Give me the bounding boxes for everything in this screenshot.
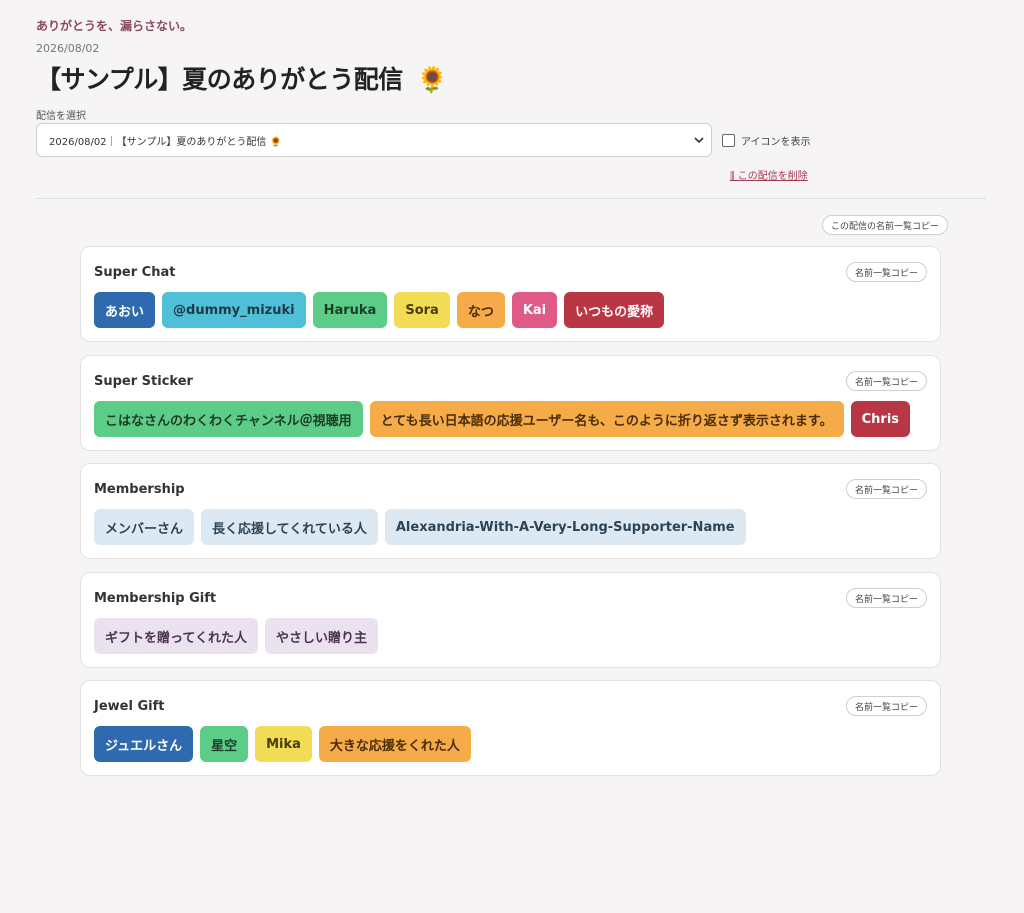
name-chip[interactable]: やさしい贈り主 <box>264 618 378 654</box>
name-chip[interactable]: Haruka <box>312 292 388 328</box>
section-card-super-sticker: Super Sticker 名前一覧コピー こはなさんのわくわくチャンネル＠視聴… <box>80 355 941 451</box>
delete-stream-link[interactable]: ⫼ この配信を削除 <box>730 167 808 182</box>
section-title: Membership <box>94 482 185 497</box>
name-chip[interactable]: Chris <box>850 401 911 437</box>
name-chip[interactable]: あおい <box>94 292 156 328</box>
name-chip[interactable]: Kai <box>511 292 558 328</box>
name-chip[interactable]: Mika <box>255 726 312 762</box>
show-icons-toggle[interactable]: アイコンを表示 <box>722 133 811 148</box>
trash-icon: ⫼ <box>730 171 738 182</box>
name-chip[interactable]: とても長い日本語の応援ユーザー名も、このように折り返さず表示されます。 <box>369 401 844 437</box>
section-title: Jewel Gift <box>94 699 165 714</box>
section-title: Super Chat <box>94 265 176 280</box>
name-chip[interactable]: Alexandria-With-A-Very-Long-Supporter-Na… <box>384 509 746 545</box>
copy-names-button[interactable]: 名前一覧コピー <box>845 262 927 282</box>
chevron-down-icon <box>687 135 711 146</box>
copy-all-names-button[interactable]: この配信の名前一覧コピー <box>822 215 949 235</box>
name-chip-list: あおい @dummy_mizuki Haruka Sora なつ Kai いつもの愛称 <box>94 292 665 328</box>
copy-names-button[interactable]: 名前一覧コピー <box>845 696 927 716</box>
delete-stream-label: この配信を削除 <box>737 171 808 182</box>
name-chip-list: ギフトを贈ってくれた人 やさしい贈り主 <box>94 618 378 654</box>
section-title: Super Sticker <box>94 374 193 389</box>
name-chip[interactable]: ギフトを贈ってくれた人 <box>94 618 258 654</box>
name-chip[interactable]: メンバーさん <box>94 509 195 545</box>
name-chip[interactable]: ジュエルさん <box>94 726 194 762</box>
copy-names-button[interactable]: 名前一覧コピー <box>845 479 927 499</box>
name-chip[interactable]: こはなさんのわくわくチャンネル＠視聴用 <box>94 401 363 437</box>
name-chip[interactable]: いつもの愛称 <box>564 292 665 328</box>
section-card-membership: Membership 名前一覧コピー メンバーさん 長く応援してくれている人 Ale… <box>80 463 941 559</box>
section-card-membership-gift: Membership Gift 名前一覧コピー ギフトを贈ってくれた人 やさしい贈… <box>80 572 941 668</box>
app-tagline: ありがとうを、漏らさない。 <box>36 19 193 33</box>
page-title-text: 【サンプル】夏のありがとう配信 <box>36 65 403 94</box>
name-chip-list: メンバーさん 長く応援してくれている人 Alexandria-With-A-Very… <box>94 509 746 545</box>
section-title: Membership Gift <box>94 591 217 606</box>
name-chip[interactable]: Sora <box>394 292 450 328</box>
copy-names-button[interactable]: 名前一覧コピー <box>845 371 927 391</box>
stream-select[interactable]: 2026/08/02｜【サンプル】夏のありがとう配信 🌻 <box>36 123 712 157</box>
section-card-jewel-gift: Jewel Gift 名前一覧コピー ジュエルさん 星空 Mika 大きな応援をくれた… <box>80 680 941 776</box>
page-title: 【サンプル】夏のありがとう配信 🌻 <box>36 60 448 96</box>
stream-select-label: 配信を選択 <box>36 111 86 122</box>
name-chip[interactable]: @dummy_mizuki <box>162 292 306 328</box>
stream-select-value: 2026/08/02｜【サンプル】夏のありがとう配信 🌻 <box>49 136 282 148</box>
name-chip-list: こはなさんのわくわくチャンネル＠視聴用 とても長い日本語の応援ユーザー名も、このよ… <box>94 401 911 437</box>
show-icons-label: アイコンを表示 <box>741 137 811 148</box>
sunflower-icon: 🌻 <box>416 65 448 94</box>
name-chip[interactable]: 大きな応援をくれた人 <box>318 726 471 762</box>
copy-names-button[interactable]: 名前一覧コピー <box>845 588 927 608</box>
header-divider <box>36 198 986 199</box>
name-chip-list: ジュエルさん 星空 Mika 大きな応援をくれた人 <box>94 726 471 762</box>
stream-date: 2026/08/02 <box>36 42 100 55</box>
section-card-super-chat: Super Chat 名前一覧コピー あおい @dummy_mizuki Haruk… <box>80 246 941 342</box>
name-chip[interactable]: 長く応援してくれている人 <box>201 509 378 545</box>
name-chip[interactable]: なつ <box>456 292 505 328</box>
name-chip[interactable]: 星空 <box>200 726 249 762</box>
show-icons-checkbox[interactable] <box>722 134 735 147</box>
